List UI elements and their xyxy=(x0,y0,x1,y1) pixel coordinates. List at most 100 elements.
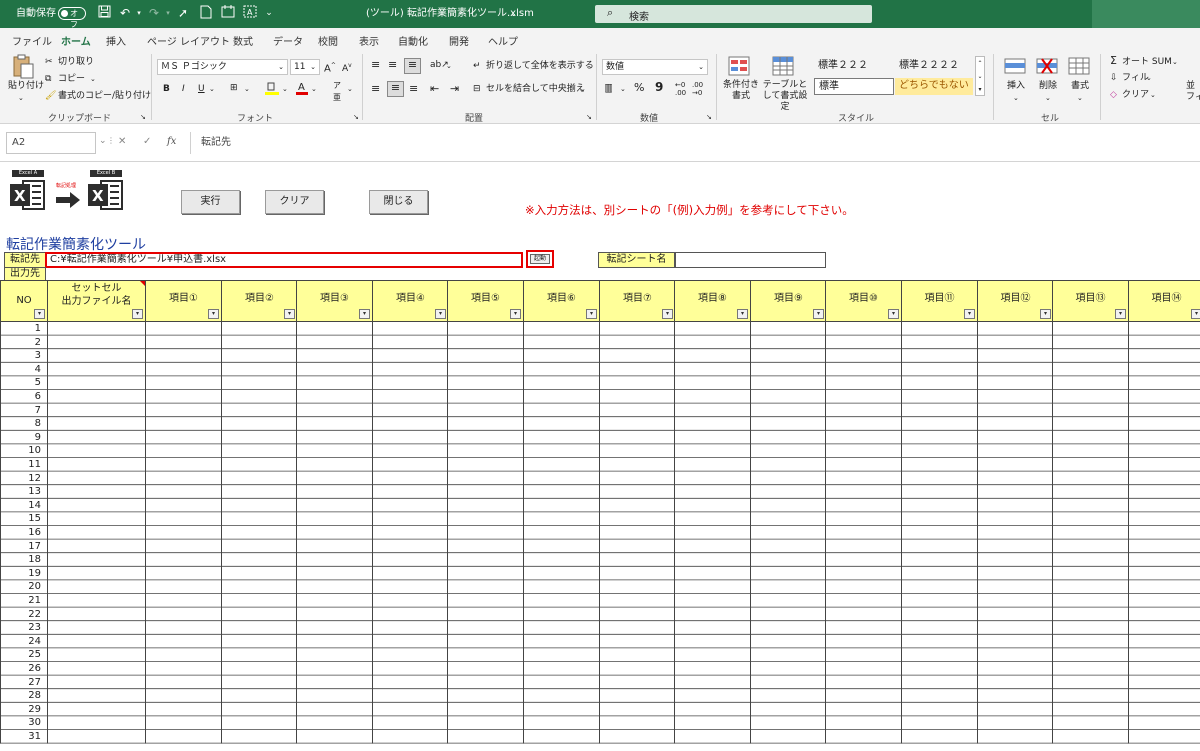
wrap-text-button[interactable]: 折り返して全体を表示する xyxy=(486,60,594,72)
header-item-3[interactable]: 項目③ ▾ xyxy=(296,280,373,322)
fill-icon[interactable]: ⇩ xyxy=(1110,72,1118,84)
filter-dropdown-icon[interactable]: ▾ xyxy=(813,309,824,319)
run-button[interactable]: 実行 xyxy=(181,190,240,214)
eraser-icon[interactable]: ◇ xyxy=(1110,89,1117,101)
paste-button[interactable]: 貼り付け xyxy=(8,80,44,92)
comma-button[interactable]: 9 xyxy=(655,81,663,93)
increase-font-icon[interactable]: A^ xyxy=(324,60,336,75)
title-dropdown-icon[interactable]: ⌄ xyxy=(510,7,517,21)
header-item-8[interactable]: 項目⑧ ▾ xyxy=(674,280,751,322)
fill-dropdown-icon[interactable]: ⌄ xyxy=(1146,72,1152,84)
header-item-5[interactable]: 項目⑤ ▾ xyxy=(447,280,524,322)
tab-home[interactable]: ホーム xyxy=(61,33,91,52)
cancel-icon[interactable]: ✕ xyxy=(118,136,126,147)
font-name-dropdown[interactable]: ＭＳ Ｐゴシック ⌄ xyxy=(157,59,288,75)
insert-cells-button[interactable]: 挿入 xyxy=(1007,80,1025,92)
header-item-9[interactable]: 項目⑨ ▾ xyxy=(750,280,827,322)
italic-button[interactable]: I xyxy=(182,83,185,95)
filter-dropdown-icon[interactable]: ▾ xyxy=(208,309,219,319)
decrease-indent-icon[interactable]: ⇤ xyxy=(430,83,439,95)
paste-icon[interactable] xyxy=(11,54,35,79)
fill-color-dropdown-icon[interactable]: ⌄ xyxy=(282,83,288,95)
filter-dropdown-icon[interactable]: ▾ xyxy=(1191,309,1200,319)
header-item-11[interactable]: 項目⑪ ▾ xyxy=(901,280,978,322)
filter-dropdown-icon[interactable]: ▾ xyxy=(132,309,143,319)
fill-button[interactable]: フィル xyxy=(1122,72,1149,84)
filter-dropdown-icon[interactable]: ▾ xyxy=(888,309,899,319)
cut-icon[interactable]: ✂ xyxy=(45,56,53,68)
format-cells-icon[interactable] xyxy=(1068,56,1092,78)
underline-button[interactable]: U xyxy=(198,83,205,95)
cut-button[interactable]: 切り取り xyxy=(58,56,94,68)
number-launcher-icon[interactable]: ↘ xyxy=(706,111,712,123)
tab-automate[interactable]: 自動化 xyxy=(398,33,428,48)
save-icon[interactable] xyxy=(96,5,112,21)
tab-developer[interactable]: 開発 xyxy=(449,33,469,48)
autosum-button[interactable]: オート SUM xyxy=(1122,56,1172,68)
account-area[interactable] xyxy=(1092,0,1200,28)
tab-page-layout[interactable]: ページ レイアウト xyxy=(147,33,230,48)
clear-button[interactable]: クリア xyxy=(265,190,324,214)
decrease-decimal-icon[interactable]: .00 →0 xyxy=(692,81,703,97)
border-dropdown-icon[interactable]: ⌄ xyxy=(244,83,250,95)
copy-button[interactable]: コピー xyxy=(58,73,85,85)
customize-qat-icon[interactable]: ⌄ xyxy=(261,5,277,21)
merge-dropdown-icon[interactable]: ⌄ xyxy=(580,83,586,95)
filter-dropdown-icon[interactable]: ▾ xyxy=(1115,309,1126,319)
alignment-launcher-icon[interactable]: ↘ xyxy=(586,111,592,123)
style-cell-4[interactable]: どちらでもない xyxy=(895,78,973,95)
autosum-dropdown-icon[interactable]: ⌄ xyxy=(1172,56,1178,68)
filter-dropdown-icon[interactable]: ▾ xyxy=(1040,309,1051,319)
format-dropdown-icon[interactable]: ⌄ xyxy=(1077,92,1083,104)
align-middle-icon[interactable]: ≡ xyxy=(388,59,397,71)
header-item-4[interactable]: 項目④ ▾ xyxy=(372,280,449,322)
border-icon[interactable]: ⊞ xyxy=(230,82,238,94)
font-color-icon[interactable]: A xyxy=(296,80,308,96)
filter-dropdown-icon[interactable]: ▾ xyxy=(284,309,295,319)
number-format-dropdown[interactable]: 数値 ⌄ xyxy=(602,59,708,75)
header-item-1[interactable]: 項目① ▾ xyxy=(145,280,222,322)
clear-dropdown-icon[interactable]: ⌄ xyxy=(1150,89,1156,101)
conditional-format-button[interactable]: 条件付き書式 xyxy=(722,80,760,102)
format-as-table-icon[interactable] xyxy=(772,56,796,78)
pointer-icon[interactable]: ➚ xyxy=(175,5,191,21)
text-box-icon[interactable]: A xyxy=(242,5,258,21)
filter-dropdown-icon[interactable]: ▾ xyxy=(435,309,446,319)
name-box-dropdown-icon[interactable]: ⌄ xyxy=(99,136,107,146)
styles-scroll[interactable]: ⌃ ⌄ ▾ xyxy=(975,56,985,96)
delete-dropdown-icon[interactable]: ⌄ xyxy=(1045,92,1051,104)
orientation-dropdown-icon[interactable]: ⌄ xyxy=(446,60,452,72)
format-painter-button[interactable]: 書式のコピー/貼り付け xyxy=(58,90,151,102)
header-item-14[interactable]: 項目⑭ ▾ xyxy=(1128,280,1200,322)
header-no[interactable]: NO ▾ xyxy=(0,280,48,322)
clear-button[interactable]: クリア xyxy=(1122,89,1149,101)
sheet-name-input[interactable] xyxy=(675,252,826,268)
copy-dropdown-icon[interactable]: ⌄ xyxy=(90,73,96,85)
tab-help[interactable]: ヘルプ xyxy=(488,33,518,48)
dest-label[interactable]: 転記先 xyxy=(4,252,46,268)
clipboard-launcher-icon[interactable]: ↘ xyxy=(140,111,146,123)
search-box[interactable]: ⌕ 検索 xyxy=(595,5,872,23)
align-center-icon[interactable]: ≡ xyxy=(387,81,404,97)
header-item-10[interactable]: 項目⑩ ▾ xyxy=(825,280,902,322)
delete-cells-icon[interactable] xyxy=(1036,56,1060,78)
header-item-2[interactable]: 項目② ▾ xyxy=(221,280,298,322)
formula-input[interactable]: 転記先 xyxy=(190,132,1194,154)
tab-formulas[interactable]: 数式 xyxy=(233,33,253,48)
header-item-7[interactable]: 項目⑦ ▾ xyxy=(599,280,676,322)
undo-dropdown-icon[interactable]: ▾ xyxy=(131,5,147,21)
document-icon[interactable] xyxy=(198,5,214,21)
header-item-13[interactable]: 項目⑬ ▾ xyxy=(1052,280,1129,322)
paste-dropdown-icon[interactable]: ⌄ xyxy=(18,92,24,104)
header-item-6[interactable]: 項目⑥ ▾ xyxy=(523,280,600,322)
phonetic-icon[interactable]: ア亜 xyxy=(333,80,341,104)
name-box[interactable]: A2 xyxy=(6,132,96,154)
filter-dropdown-icon[interactable]: ▾ xyxy=(662,309,673,319)
font-color-dropdown-icon[interactable]: ⌄ xyxy=(311,83,317,95)
percent-button[interactable]: % xyxy=(634,82,644,94)
phonetic-dropdown-icon[interactable]: ⌄ xyxy=(347,83,353,95)
tab-data[interactable]: データ xyxy=(273,33,303,48)
filter-dropdown-icon[interactable]: ▾ xyxy=(964,309,975,319)
filter-dropdown-icon[interactable]: ▾ xyxy=(586,309,597,319)
align-right-icon[interactable]: ≡ xyxy=(409,83,418,95)
